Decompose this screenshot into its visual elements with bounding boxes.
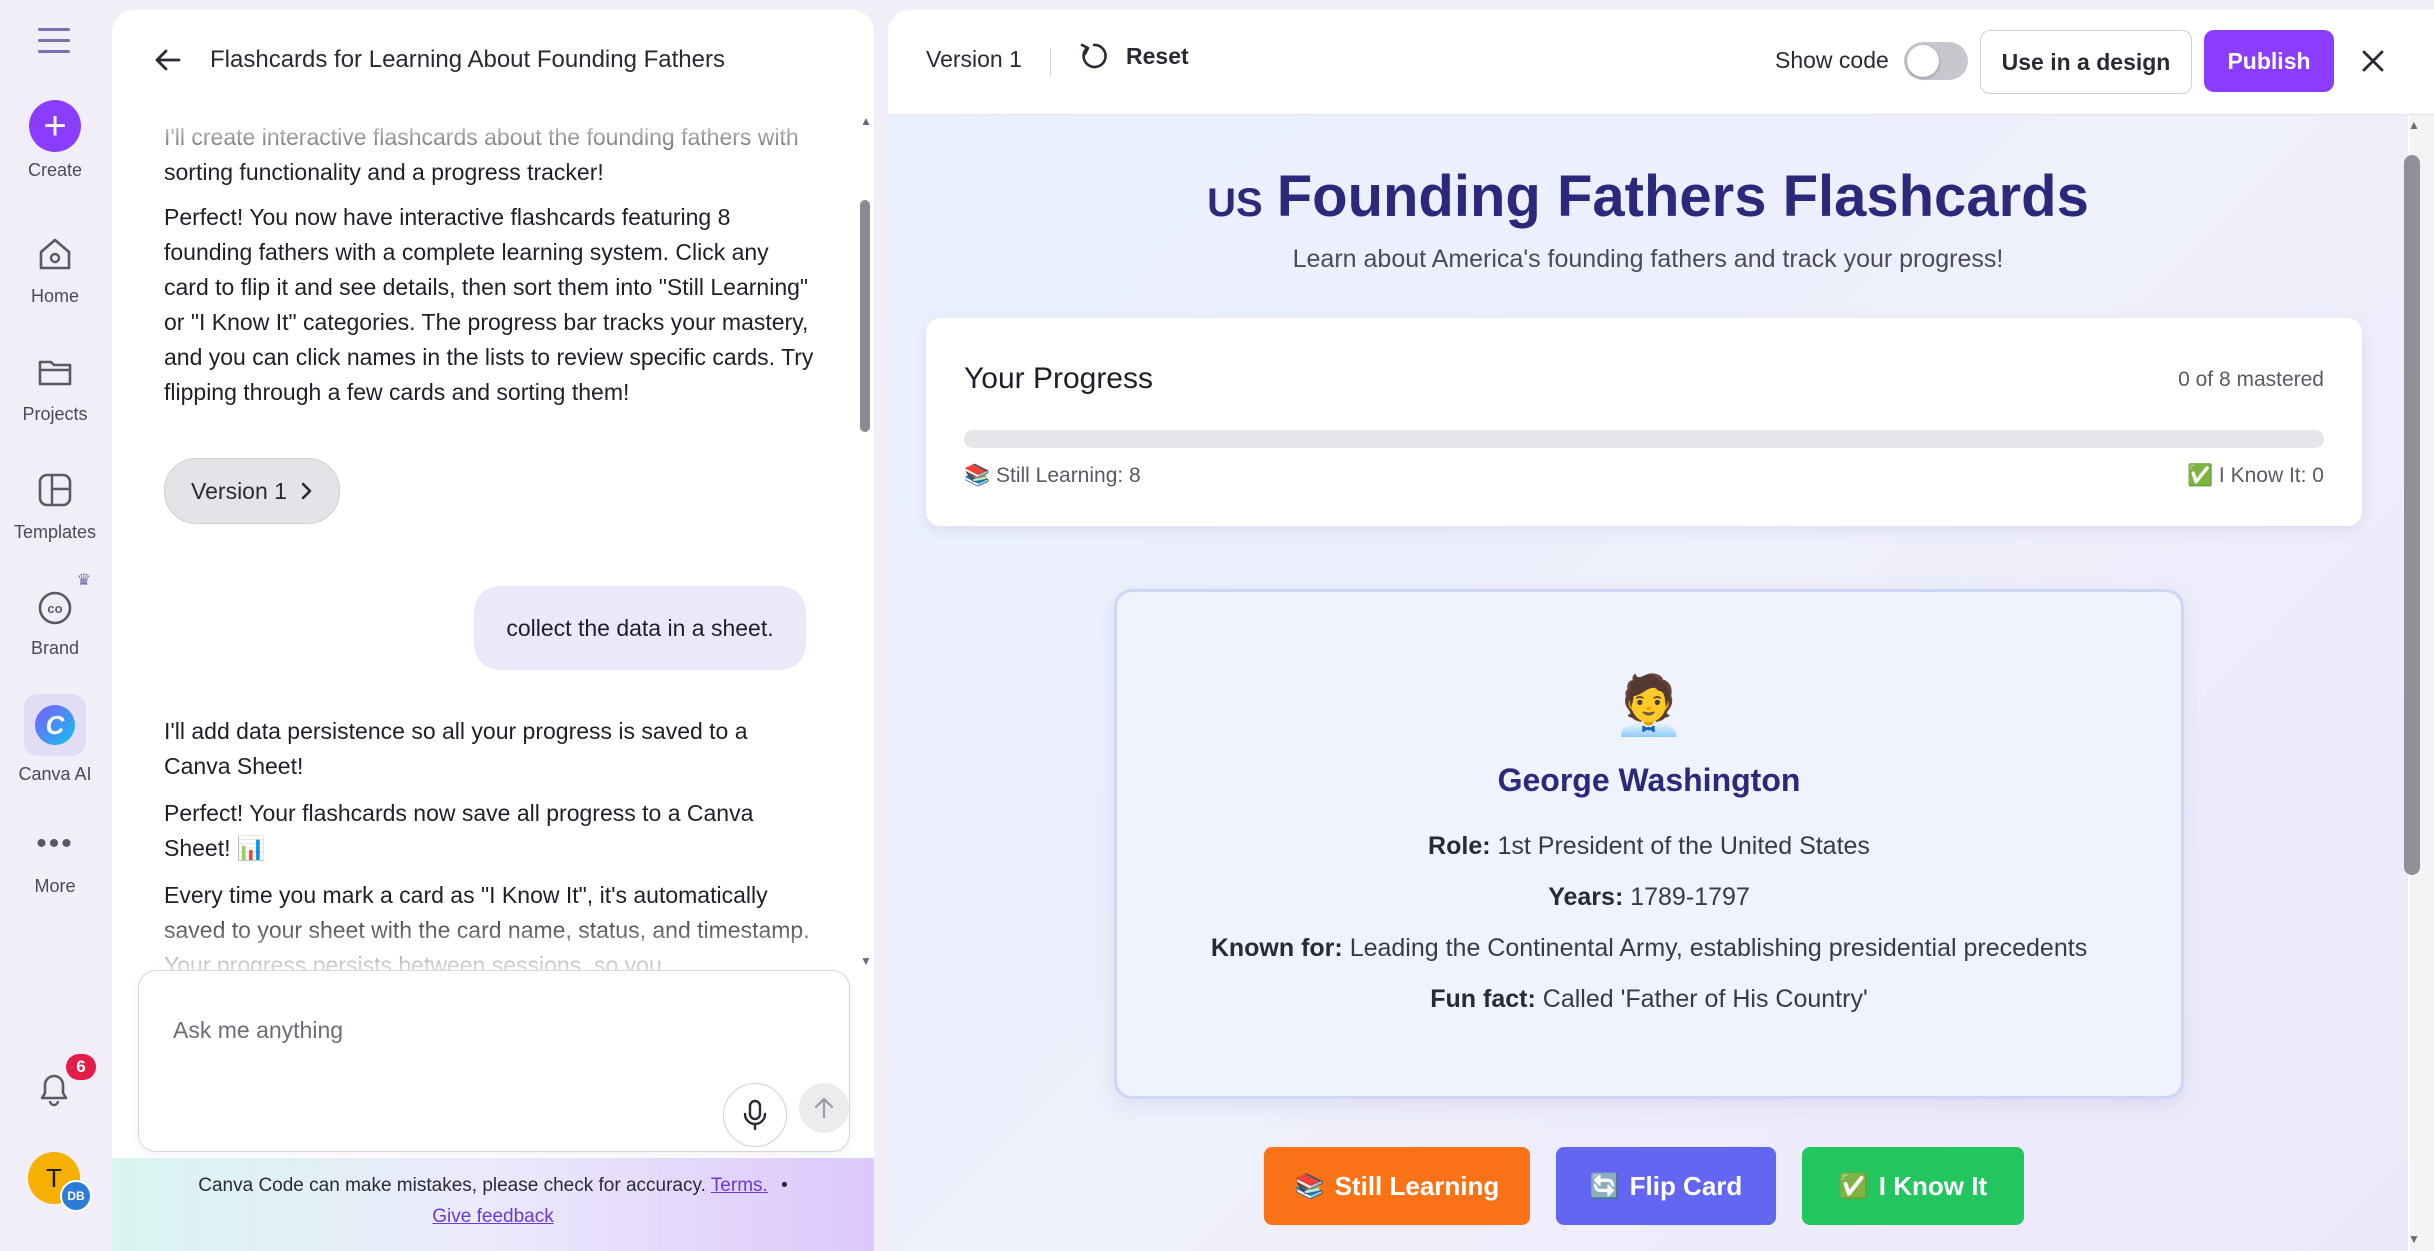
preview-scrollbar[interactable] [2404, 155, 2420, 875]
close-icon[interactable] [2354, 42, 2392, 80]
flag-label: US [1207, 181, 1263, 225]
action-buttons: 📚 Still Learning 🔄 Flip Card ✅ I Know It [888, 1147, 2408, 1225]
svg-text:co: co [47, 601, 62, 616]
more-icon: ••• [36, 827, 74, 860]
rail-templates[interactable]: Templates [0, 466, 110, 543]
version-chip[interactable]: Version 1 [164, 458, 340, 524]
rail-more[interactable]: ••• More [0, 820, 110, 897]
rail-more-label: More [34, 876, 76, 896]
toggle-knob [1907, 45, 1939, 77]
rail-canva-ai-label: Canva AI [18, 764, 92, 784]
brand-icon: co ♛ [31, 572, 91, 630]
chat-scrollbar[interactable] [860, 200, 870, 432]
still-learning-button[interactable]: 📚 Still Learning [1264, 1147, 1530, 1225]
scroll-up-icon[interactable]: ▲ [860, 114, 872, 128]
progress-card: Your Progress 0 of 8 mastered 📚 Still Le… [926, 318, 2362, 526]
card-fun-fact: Fun fact: Called 'Father of His Country' [1430, 985, 1868, 1013]
home-icon [31, 230, 79, 278]
ai-message: I'll add data persistence so all your pr… [164, 718, 748, 779]
rail-home[interactable]: Home [0, 230, 110, 307]
chat-messages[interactable]: I'll create interactive flashcards about… [112, 110, 862, 970]
ai-message: Perfect! You now have interactive flashc… [164, 204, 814, 405]
card-name: George Washington [1497, 762, 1801, 798]
preview-panel: Version 1 Reset Show code Use in a desig… [888, 10, 2434, 1251]
chat-title: Flashcards for Learning About Founding F… [210, 46, 725, 73]
chat-input-placeholder: Ask me anything [173, 1017, 344, 1043]
chat-header: Flashcards for Learning About Founding F… [112, 10, 874, 110]
app-title: US Founding Fathers Flashcards [888, 163, 2408, 230]
preview-scroll-down-icon[interactable]: ▼ [2408, 1232, 2420, 1246]
progress-bar [964, 430, 2324, 448]
rail-templates-label: Templates [13, 522, 97, 542]
check-icon: ✅ [1838, 1172, 1869, 1200]
version-chip-label: Version 1 [191, 477, 287, 504]
flashcards-app: US Founding Fathers Flashcards Learn abou… [888, 115, 2408, 1251]
canva-ai-icon: C [35, 705, 75, 745]
reset-button[interactable]: Reset [1078, 40, 1189, 72]
rail-projects-label: Projects [22, 404, 88, 424]
card-known-for: Known for: Leading the Continental Army,… [1210, 934, 2088, 962]
scroll-down-icon[interactable]: ▼ [860, 954, 872, 968]
menu-icon[interactable] [38, 28, 70, 61]
bullet: • [781, 1175, 788, 1196]
left-rail: + Create Home Projects Templates co ♛ Br… [0, 0, 110, 1251]
rail-projects[interactable]: Projects [0, 348, 110, 425]
chat-panel: Flashcards for Learning About Founding F… [112, 10, 874, 1251]
flashcard[interactable]: 🧑‍💼 George Washington Role: 1st Presiden… [1114, 589, 2184, 1099]
show-code-label: Show code [1775, 47, 1889, 73]
ai-message: Every time you mark a card as "I Know It… [164, 882, 810, 970]
use-in-design-button[interactable]: Use in a design [1980, 30, 2192, 94]
flip-card-button[interactable]: 🔄 Flip Card [1556, 1147, 1776, 1225]
rail-create[interactable]: + Create [0, 100, 110, 181]
mic-button[interactable] [723, 1083, 787, 1147]
folder-icon [31, 348, 79, 396]
feedback-link[interactable]: Give feedback [432, 1206, 553, 1227]
card-role: Role: 1st President of the United States [1428, 832, 1870, 860]
disclaimer: Canva Code can make mistakes, please che… [112, 1170, 874, 1232]
rail-canva-ai[interactable]: C Canva AI [0, 694, 110, 785]
notification-badge: 6 [66, 1054, 96, 1080]
books-icon: 📚 [1294, 1172, 1325, 1200]
templates-icon [31, 466, 79, 514]
app-subtitle: Learn about America's founding fathers a… [1292, 245, 2004, 273]
chevron-right-icon [299, 481, 313, 501]
arrow-up-icon [814, 1097, 834, 1119]
card-years: Years: 1789-1797 [1548, 883, 1750, 911]
preview-version[interactable]: Version 1 [926, 46, 1022, 73]
back-arrow-icon[interactable] [148, 40, 188, 80]
still-learning-count: 📚 Still Learning: 8 [964, 464, 1141, 487]
plus-icon[interactable]: + [29, 100, 81, 152]
preview-scroll-up-icon[interactable]: ▲ [2408, 118, 2420, 132]
progress-count: 0 of 8 mastered [2178, 368, 2324, 391]
disclaimer-text: Canva Code can make mistakes, please che… [198, 1175, 706, 1196]
canva-ai-tile[interactable]: C [24, 694, 86, 756]
toolbar-divider [1050, 48, 1051, 76]
ai-message: I'll create interactive flashcards about… [164, 124, 799, 185]
chat-input[interactable]: Ask me anything [138, 970, 850, 1152]
rail-brand-label: Brand [30, 638, 80, 658]
reset-label: Reset [1126, 42, 1189, 69]
progress-title: Your Progress [964, 362, 1153, 395]
preview-toolbar: Version 1 Reset Show code Use in a desig… [888, 10, 2434, 115]
app-title-text: Founding Fathers Flashcards [1276, 164, 2089, 229]
publish-button[interactable]: Publish [2204, 30, 2334, 92]
rail-brand[interactable]: co ♛ Brand [0, 572, 110, 659]
team-badge: DB [60, 1180, 92, 1212]
rail-home-label: Home [30, 286, 79, 306]
mic-icon [743, 1099, 767, 1131]
flip-icon: 🔄 [1589, 1172, 1620, 1200]
terms-link[interactable]: Terms. [711, 1175, 768, 1196]
crown-icon: ♛ [76, 572, 91, 589]
i-know-it-button[interactable]: ✅ I Know It [1802, 1147, 2024, 1225]
send-button[interactable] [799, 1083, 849, 1133]
know-it-count: ✅ I Know It: 0 [2186, 464, 2324, 487]
person-icon: 🧑‍💼 [1612, 673, 1686, 738]
ai-message: Perfect! Your flashcards now save all pr… [164, 800, 754, 861]
rail-create-label: Create [27, 160, 83, 180]
user-message: collect the data in a sheet. [474, 586, 806, 670]
refresh-icon [1078, 40, 1110, 72]
show-code-toggle[interactable] [1904, 42, 1968, 80]
